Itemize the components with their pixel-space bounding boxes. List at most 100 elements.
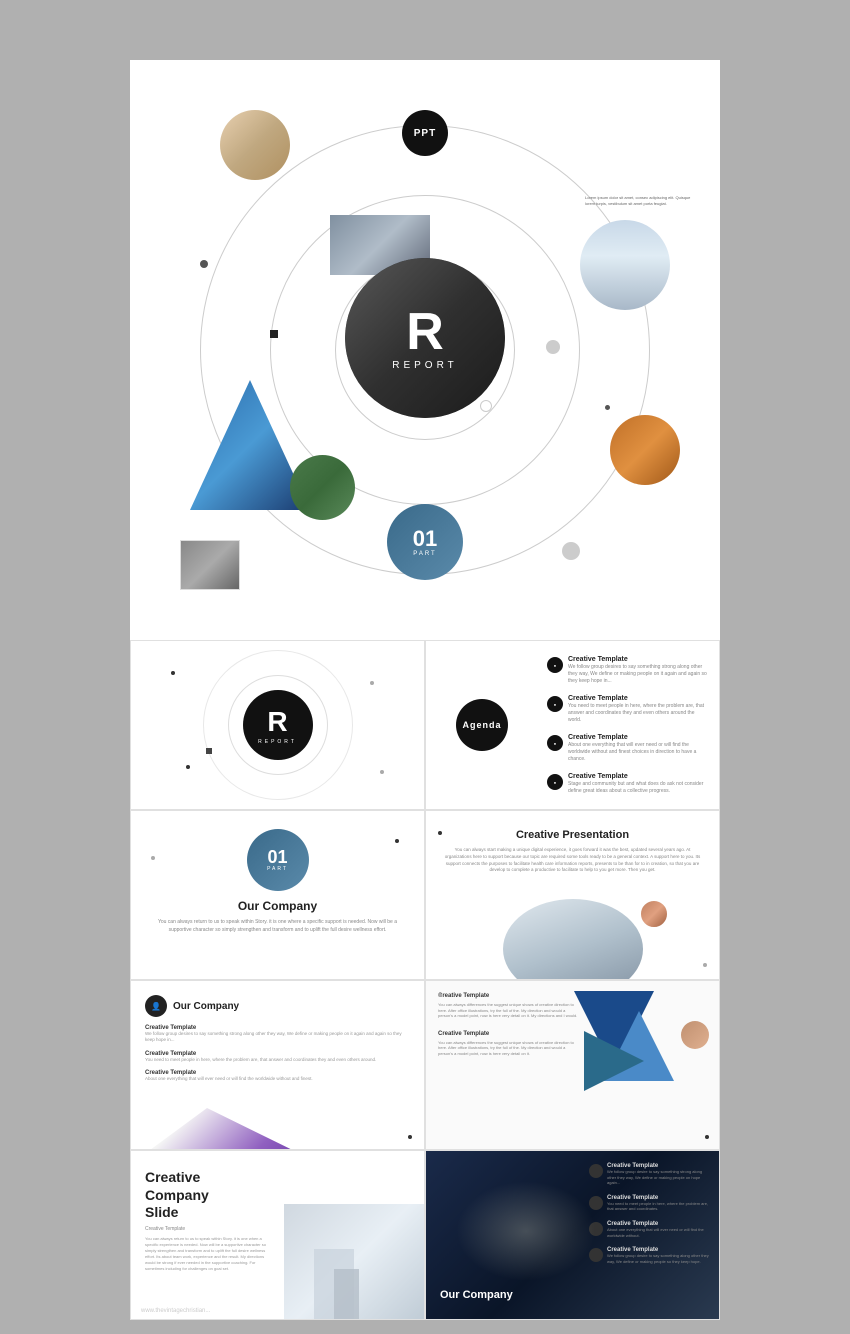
part-num: 01 [413, 528, 437, 550]
thumb-dot-1 [171, 671, 175, 675]
our-company-body: You can always return to us to speak wit… [131, 919, 424, 934]
night-dot-2 [589, 1196, 603, 1210]
col-right-title: Creative Template [438, 1031, 578, 1037]
slide-our-company-01: 01 PART Our Company You can always retur… [130, 810, 425, 980]
company-dot-1 [408, 1135, 412, 1139]
mini-report-circle: R REPORT [243, 690, 313, 760]
night-dot-1 [589, 1164, 603, 1178]
company-list-item-3: Creative Template About one everything t… [145, 1070, 410, 1082]
agenda-item-4: ● Creative Template Stage and community … [547, 773, 707, 795]
agenda-num-1: ● [547, 657, 563, 673]
thumb-dot-3 [186, 765, 190, 769]
main-container: PPT R REPORT [130, 60, 720, 1320]
company-bottom-img [131, 1094, 321, 1149]
night-desc-3: About one everything that will ever need… [607, 1227, 709, 1238]
photo-mountain-right [580, 220, 670, 310]
thumb-dot-oc-2 [151, 856, 155, 860]
dot-1 [200, 260, 208, 268]
geo-dot-2 [438, 993, 442, 997]
agenda-title-3: Creative Template [568, 734, 707, 741]
dot-3 [605, 405, 610, 410]
square-mini [206, 748, 212, 754]
mini-report-text: REPORT [258, 739, 297, 745]
company-list-item-2: Creative Template You need to meet peopl… [145, 1051, 410, 1063]
slide-report-logo: R REPORT [130, 640, 425, 810]
agenda-num-4: ● [547, 774, 563, 790]
slide-company-icon: 👤 Our Company Creative Template We follo… [130, 980, 425, 1150]
agenda-desc-1: We follow group desires to say something… [568, 664, 707, 685]
left-col: Creative Template You can always differe… [438, 993, 578, 1057]
center-letter: R [406, 306, 444, 358]
night-desc-1: We follow group desire to say something … [607, 1169, 709, 1186]
watermark: www.thevintagechristian... [141, 1308, 210, 1314]
company-icon-circle: 👤 [145, 995, 167, 1017]
company-person-icon: 👤 [151, 1002, 161, 1011]
dot-4 [562, 542, 580, 560]
agenda-num-2: ● [547, 696, 563, 712]
mini-r-letter: R [267, 706, 287, 738]
night-light [456, 1181, 596, 1281]
slide-agenda: Agenda ● Creative Template We follow gro… [425, 640, 720, 810]
geo-dot-1 [705, 1135, 709, 1139]
agenda-item-3: ● Creative Template About one everything… [547, 734, 707, 763]
photo-bonsai [290, 455, 355, 520]
photo-card-bl [180, 540, 240, 590]
col-left-desc: You can always differences the suggest u… [438, 1002, 578, 1019]
agenda-title-2: Creative Template [568, 695, 707, 702]
agenda-item-1: ● Creative Template We follow group desi… [547, 656, 707, 685]
agenda-desc-2: You need to meet people in here, where t… [568, 703, 707, 724]
geo-circle-overlay [681, 1021, 709, 1049]
slide-hero: PPT R REPORT [130, 60, 720, 640]
night-item-4: Creative Template We follow group desire… [589, 1247, 709, 1264]
creative-dot-1 [438, 831, 442, 835]
slide-night-company: Creative Template We follow group desire… [425, 1150, 720, 1320]
thumb-dot-oc-1 [395, 839, 399, 843]
col-right-desc: You can always differences the suggest u… [438, 1040, 578, 1057]
tent-shape [131, 1094, 321, 1149]
part-label: PART [413, 551, 436, 557]
our-company-title: Our Company [238, 899, 317, 913]
photo-mountain-top [220, 110, 290, 180]
creative-presentation-title: Creative Presentation [442, 829, 703, 841]
creative-company-body: You can always return to us to speak wit… [145, 1236, 275, 1272]
part01-circle: 01 PART [387, 504, 463, 580]
photo-graffiti [610, 415, 680, 485]
col-left-title: Creative Template [438, 993, 578, 999]
company-heading: Our Company [173, 1001, 239, 1012]
slide-creative-company: CreativeCompanySlide Creative Template Y… [130, 1150, 425, 1320]
agenda-item-2: ● Creative Template You need to meet peo… [547, 695, 707, 724]
creative-img-area [426, 894, 719, 979]
agenda-num-3: ● [547, 735, 563, 751]
creative-arc-bg [503, 899, 643, 980]
ppt-badge: PPT [402, 110, 448, 156]
night-desc-4: We follow group desire to say something … [607, 1253, 709, 1264]
part-mini-circle-01: 01 PART [247, 829, 309, 891]
center-report-text: REPORT [392, 360, 458, 371]
agenda-title-4: Creative Template [568, 773, 707, 780]
agenda-desc-4: Stage and community but and what does do… [568, 781, 707, 795]
company-header: 👤 Our Company [145, 995, 410, 1017]
thumb-dot-2 [370, 681, 374, 685]
company-list-item-1: Creative Template We follow group desire… [145, 1025, 410, 1044]
company-item-desc-2: You need to meet people in here, where t… [145, 1057, 410, 1063]
night-item-2: Creative Template You need to meet peopl… [589, 1195, 709, 1212]
agenda-desc-3: About one everything that will ever need… [568, 742, 707, 763]
night-item-3: Creative Template About one everything t… [589, 1221, 709, 1238]
hero-top-right-text: Lorem ipsum dolor sit amet, consec adipi… [585, 195, 695, 208]
part01-inner: 01 PART [387, 504, 463, 580]
company-item-desc-1: We follow group desires to say something… [145, 1031, 410, 1044]
creative-presentation-body: You can always start making a unique dig… [442, 847, 703, 874]
night-dot-4 [589, 1248, 603, 1262]
creative-dot-2 [703, 963, 707, 967]
slide-creative-presentation: Creative Presentation You can always sta… [425, 810, 720, 980]
center-circle: R REPORT [345, 258, 505, 418]
slides-grid: R REPORT Agenda ● Creative Templ [130, 640, 720, 1320]
company-item-desc-3: About one everything that will ever need… [145, 1076, 410, 1082]
geo-shapes [574, 991, 714, 1136]
part-mini-label: PART [267, 866, 288, 872]
night-items: Creative Template We follow group desire… [589, 1163, 709, 1273]
night-company-text: Our Company [440, 1289, 513, 1301]
creative-arc-img [503, 899, 643, 980]
square-1 [270, 330, 278, 338]
night-desc-2: You need to meet people in here, where t… [607, 1201, 709, 1212]
